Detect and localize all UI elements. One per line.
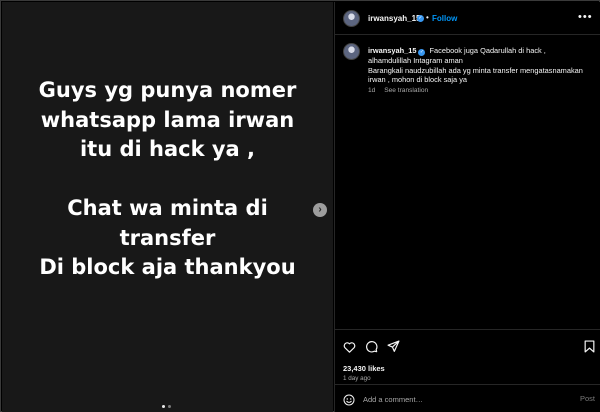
action-bar: 23,430 likes 1 day ago bbox=[335, 329, 600, 386]
media-line bbox=[2, 165, 333, 195]
header-username[interactable]: irwansyah_15 bbox=[368, 14, 420, 23]
likes-count[interactable]: 23,430 likes bbox=[343, 364, 385, 373]
more-icon[interactable]: ••• bbox=[578, 11, 593, 23]
post-modal: Guys yg punya nomer whatsapp lama irwan … bbox=[0, 0, 600, 412]
caption-line: Facebook juga Qadarullah di hack , bbox=[429, 46, 546, 55]
follow-button[interactable]: Follow bbox=[432, 14, 457, 23]
media-line: itu di hack ya , bbox=[79, 137, 256, 161]
carousel-dot-active bbox=[162, 405, 165, 408]
caption-meta: 1d See translation bbox=[368, 87, 428, 94]
caption-age: 1d bbox=[368, 87, 376, 94]
separator-dot: • bbox=[426, 13, 429, 22]
verified-badge-icon: ✓ bbox=[418, 49, 426, 56]
caption-username[interactable]: irwansyah_15 bbox=[368, 46, 416, 55]
avatar[interactable] bbox=[343, 43, 360, 60]
verified-badge-icon: ✓ bbox=[417, 15, 424, 22]
media-text: Guys yg punya nomer whatsapp lama irwan … bbox=[2, 76, 333, 283]
post-comment-button[interactable]: Post bbox=[580, 394, 595, 403]
next-arrow-icon[interactable]: › bbox=[313, 203, 327, 217]
media-line: Guys yg punya nomer bbox=[38, 78, 297, 102]
post-sidebar: irwansyah_15 ✓ • Follow ••• irwansyah_15… bbox=[334, 2, 600, 412]
media-line: transfer bbox=[119, 225, 216, 250]
caption-line: alhamdulillah Intagram aman bbox=[368, 56, 463, 65]
comment-bar: Post bbox=[335, 384, 600, 412]
carousel-dot bbox=[168, 405, 171, 408]
media-line: Di block aja thankyou bbox=[39, 255, 296, 279]
like-icon[interactable] bbox=[343, 340, 356, 358]
caption-line: Barangkali naudzubillah ada yg minta tra… bbox=[368, 65, 583, 75]
avatar[interactable] bbox=[343, 10, 360, 27]
see-translation-link[interactable]: See translation bbox=[384, 87, 428, 94]
save-icon[interactable] bbox=[584, 340, 595, 358]
emoji-icon[interactable] bbox=[343, 393, 355, 411]
comment-icon[interactable] bbox=[365, 340, 378, 358]
share-icon[interactable] bbox=[387, 340, 400, 358]
comment-input[interactable] bbox=[363, 394, 563, 405]
post-header: irwansyah_15 ✓ • Follow ••• bbox=[335, 2, 600, 35]
carousel-dots bbox=[162, 405, 171, 408]
media-line: whatsapp lama irwan bbox=[40, 107, 295, 132]
post-timestamp[interactable]: 1 day ago bbox=[343, 375, 371, 382]
caption-line: irwan , mohon di block saja ya bbox=[368, 75, 468, 85]
post-media[interactable]: Guys yg punya nomer whatsapp lama irwan … bbox=[2, 2, 333, 412]
media-line: Chat wa minta di bbox=[67, 196, 268, 220]
caption-text: irwansyah_15 ✓ Facebook juga Qadarullah d… bbox=[368, 46, 583, 85]
